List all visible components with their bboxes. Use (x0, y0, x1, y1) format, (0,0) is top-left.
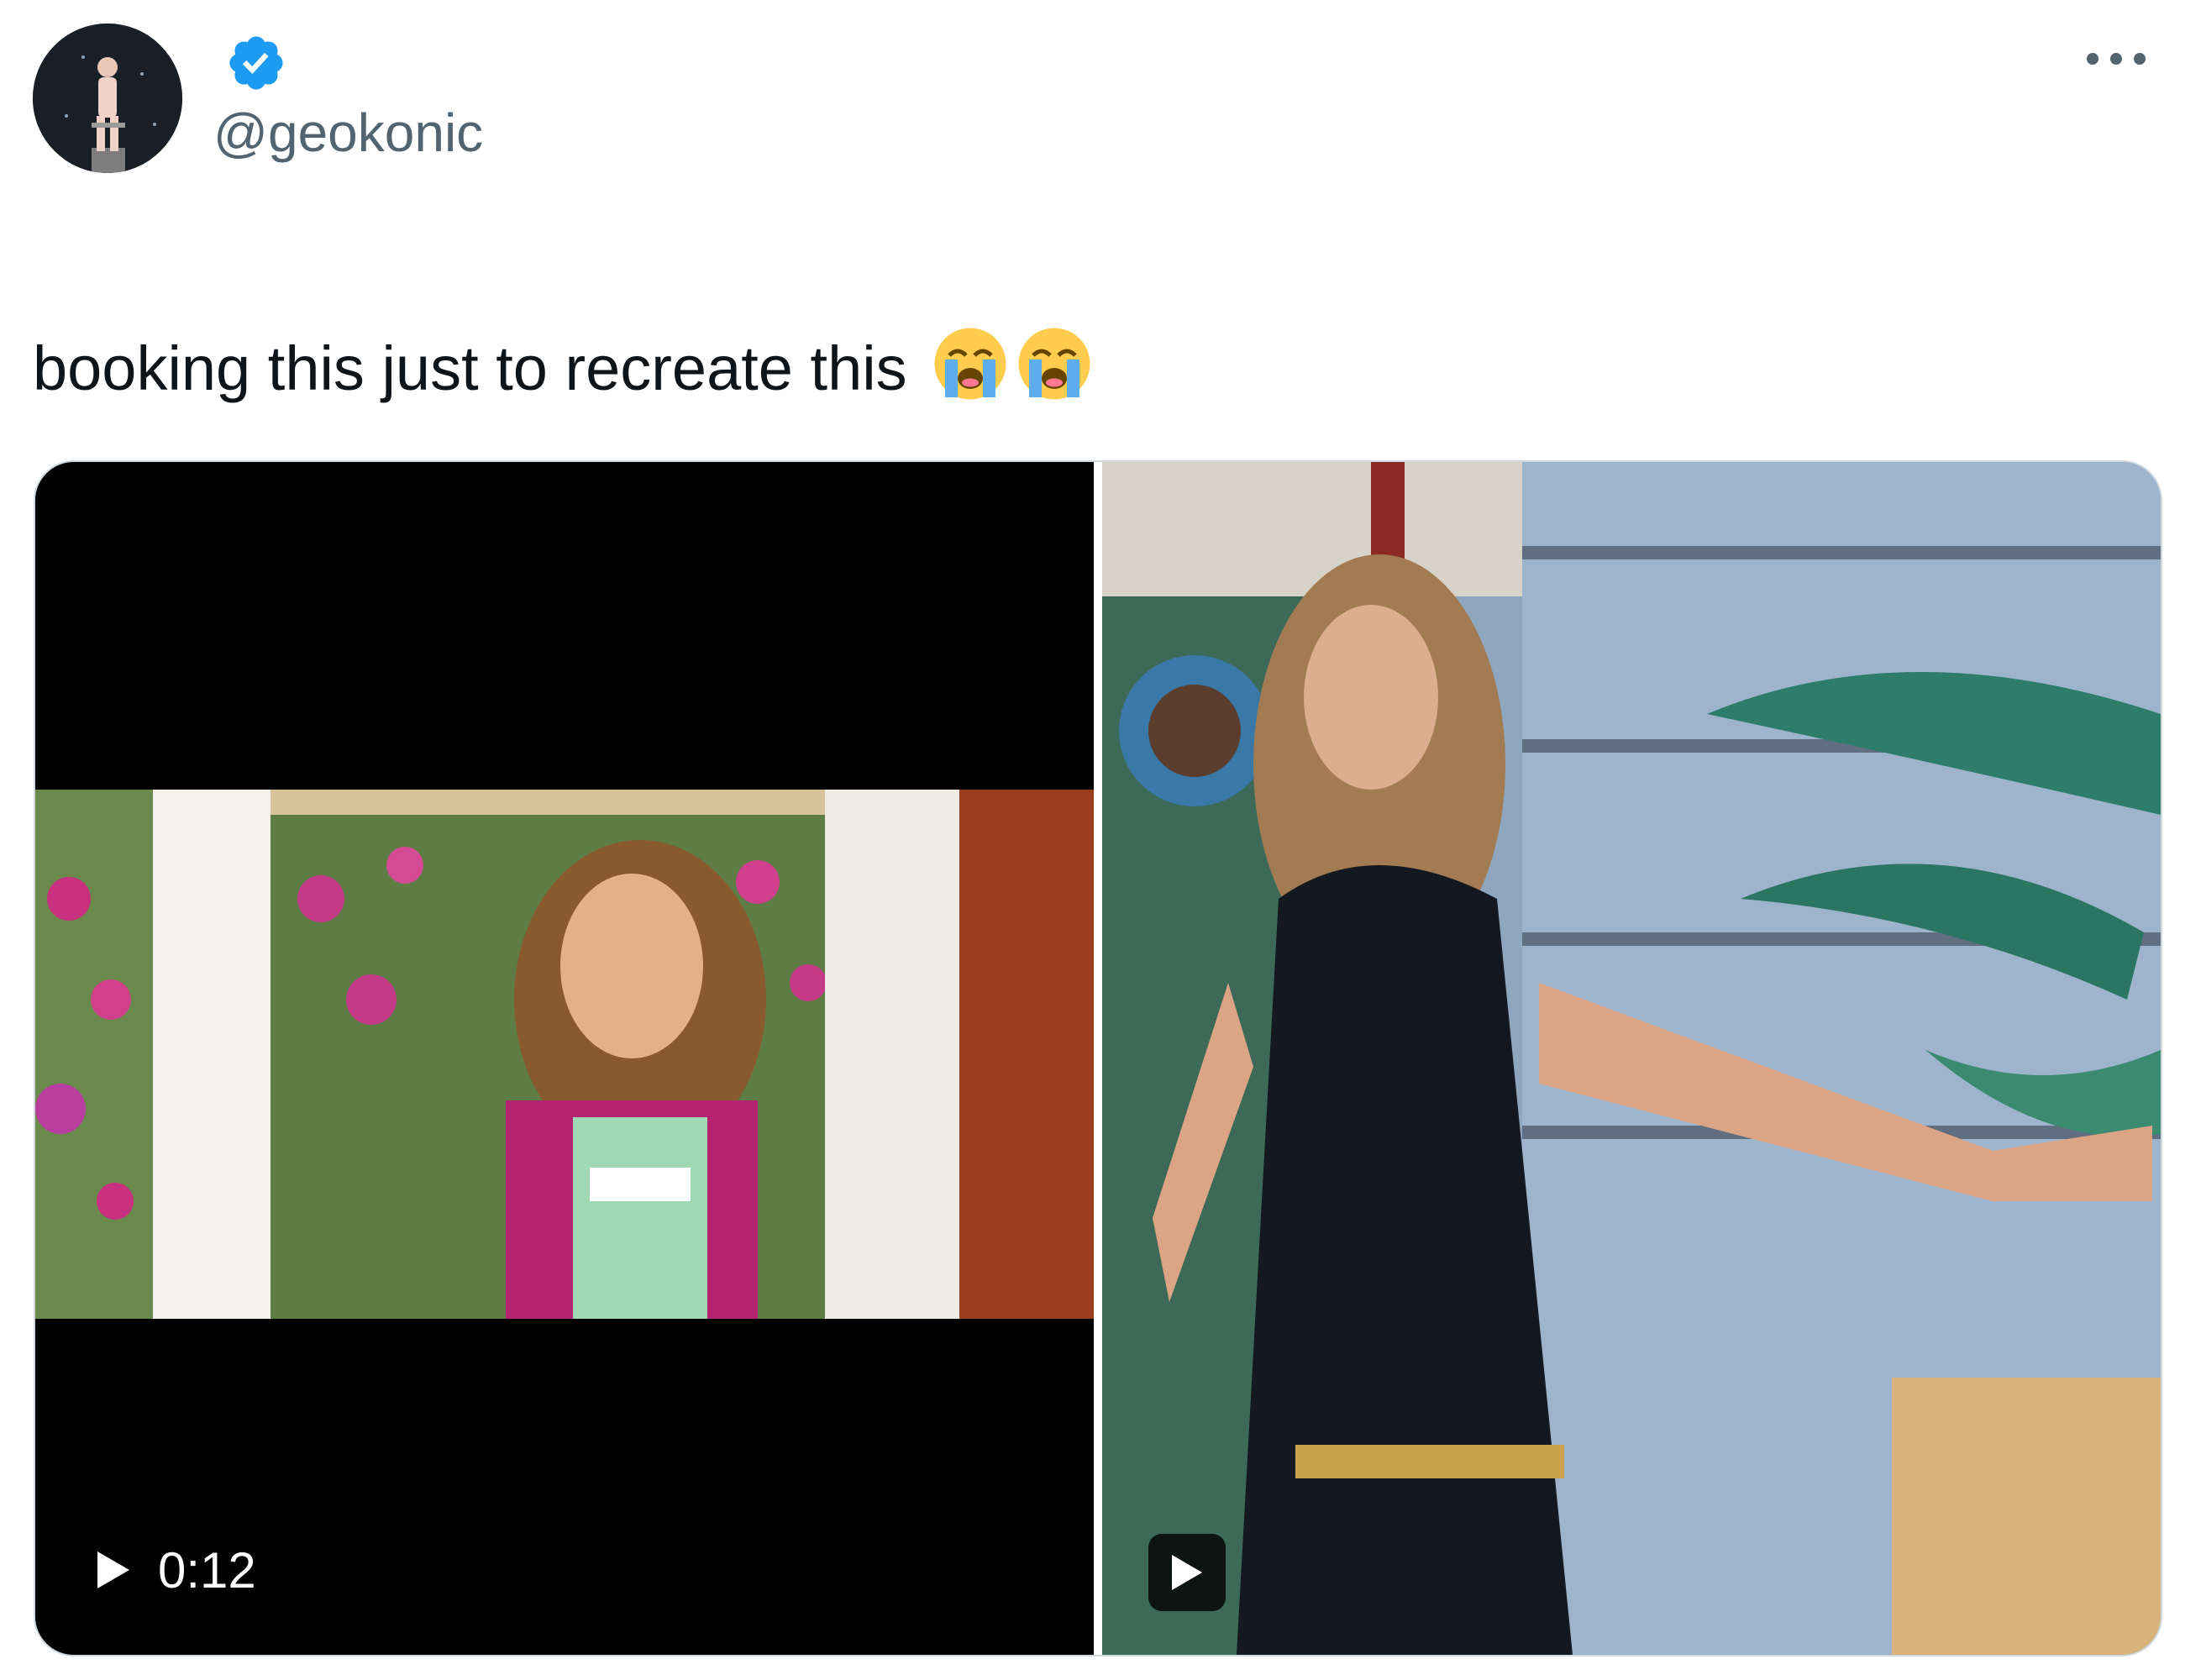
video-duration: 0:12 (158, 1541, 256, 1599)
more-horizontal-icon (2087, 53, 2146, 65)
tweet-text-content: booking this just to recreate this (33, 333, 907, 403)
play-icon (1172, 1555, 1202, 1590)
video-player-left[interactable]: 0:12 (35, 462, 1094, 1655)
video-thumbnail-left (35, 462, 1094, 1655)
video-playback-info[interactable]: 0:12 (94, 1532, 256, 1608)
tweet-text: booking this just to recreate this (33, 326, 1092, 411)
more-options-button[interactable] (2074, 34, 2158, 84)
verified-badge-icon (225, 32, 287, 94)
play-button[interactable] (1148, 1534, 1226, 1611)
loudly-crying-face-emoji (932, 326, 1008, 402)
video-thumbnail-right (1102, 462, 2161, 1655)
avatar-image (33, 24, 182, 173)
play-icon (94, 1548, 133, 1592)
video-player-right[interactable] (1102, 462, 2161, 1655)
loudly-crying-face-emoji (1016, 326, 1092, 402)
author-handle[interactable]: @geokonic (213, 99, 483, 166)
author-avatar[interactable] (33, 24, 182, 173)
media-grid: 0:12 (34, 460, 2162, 1656)
